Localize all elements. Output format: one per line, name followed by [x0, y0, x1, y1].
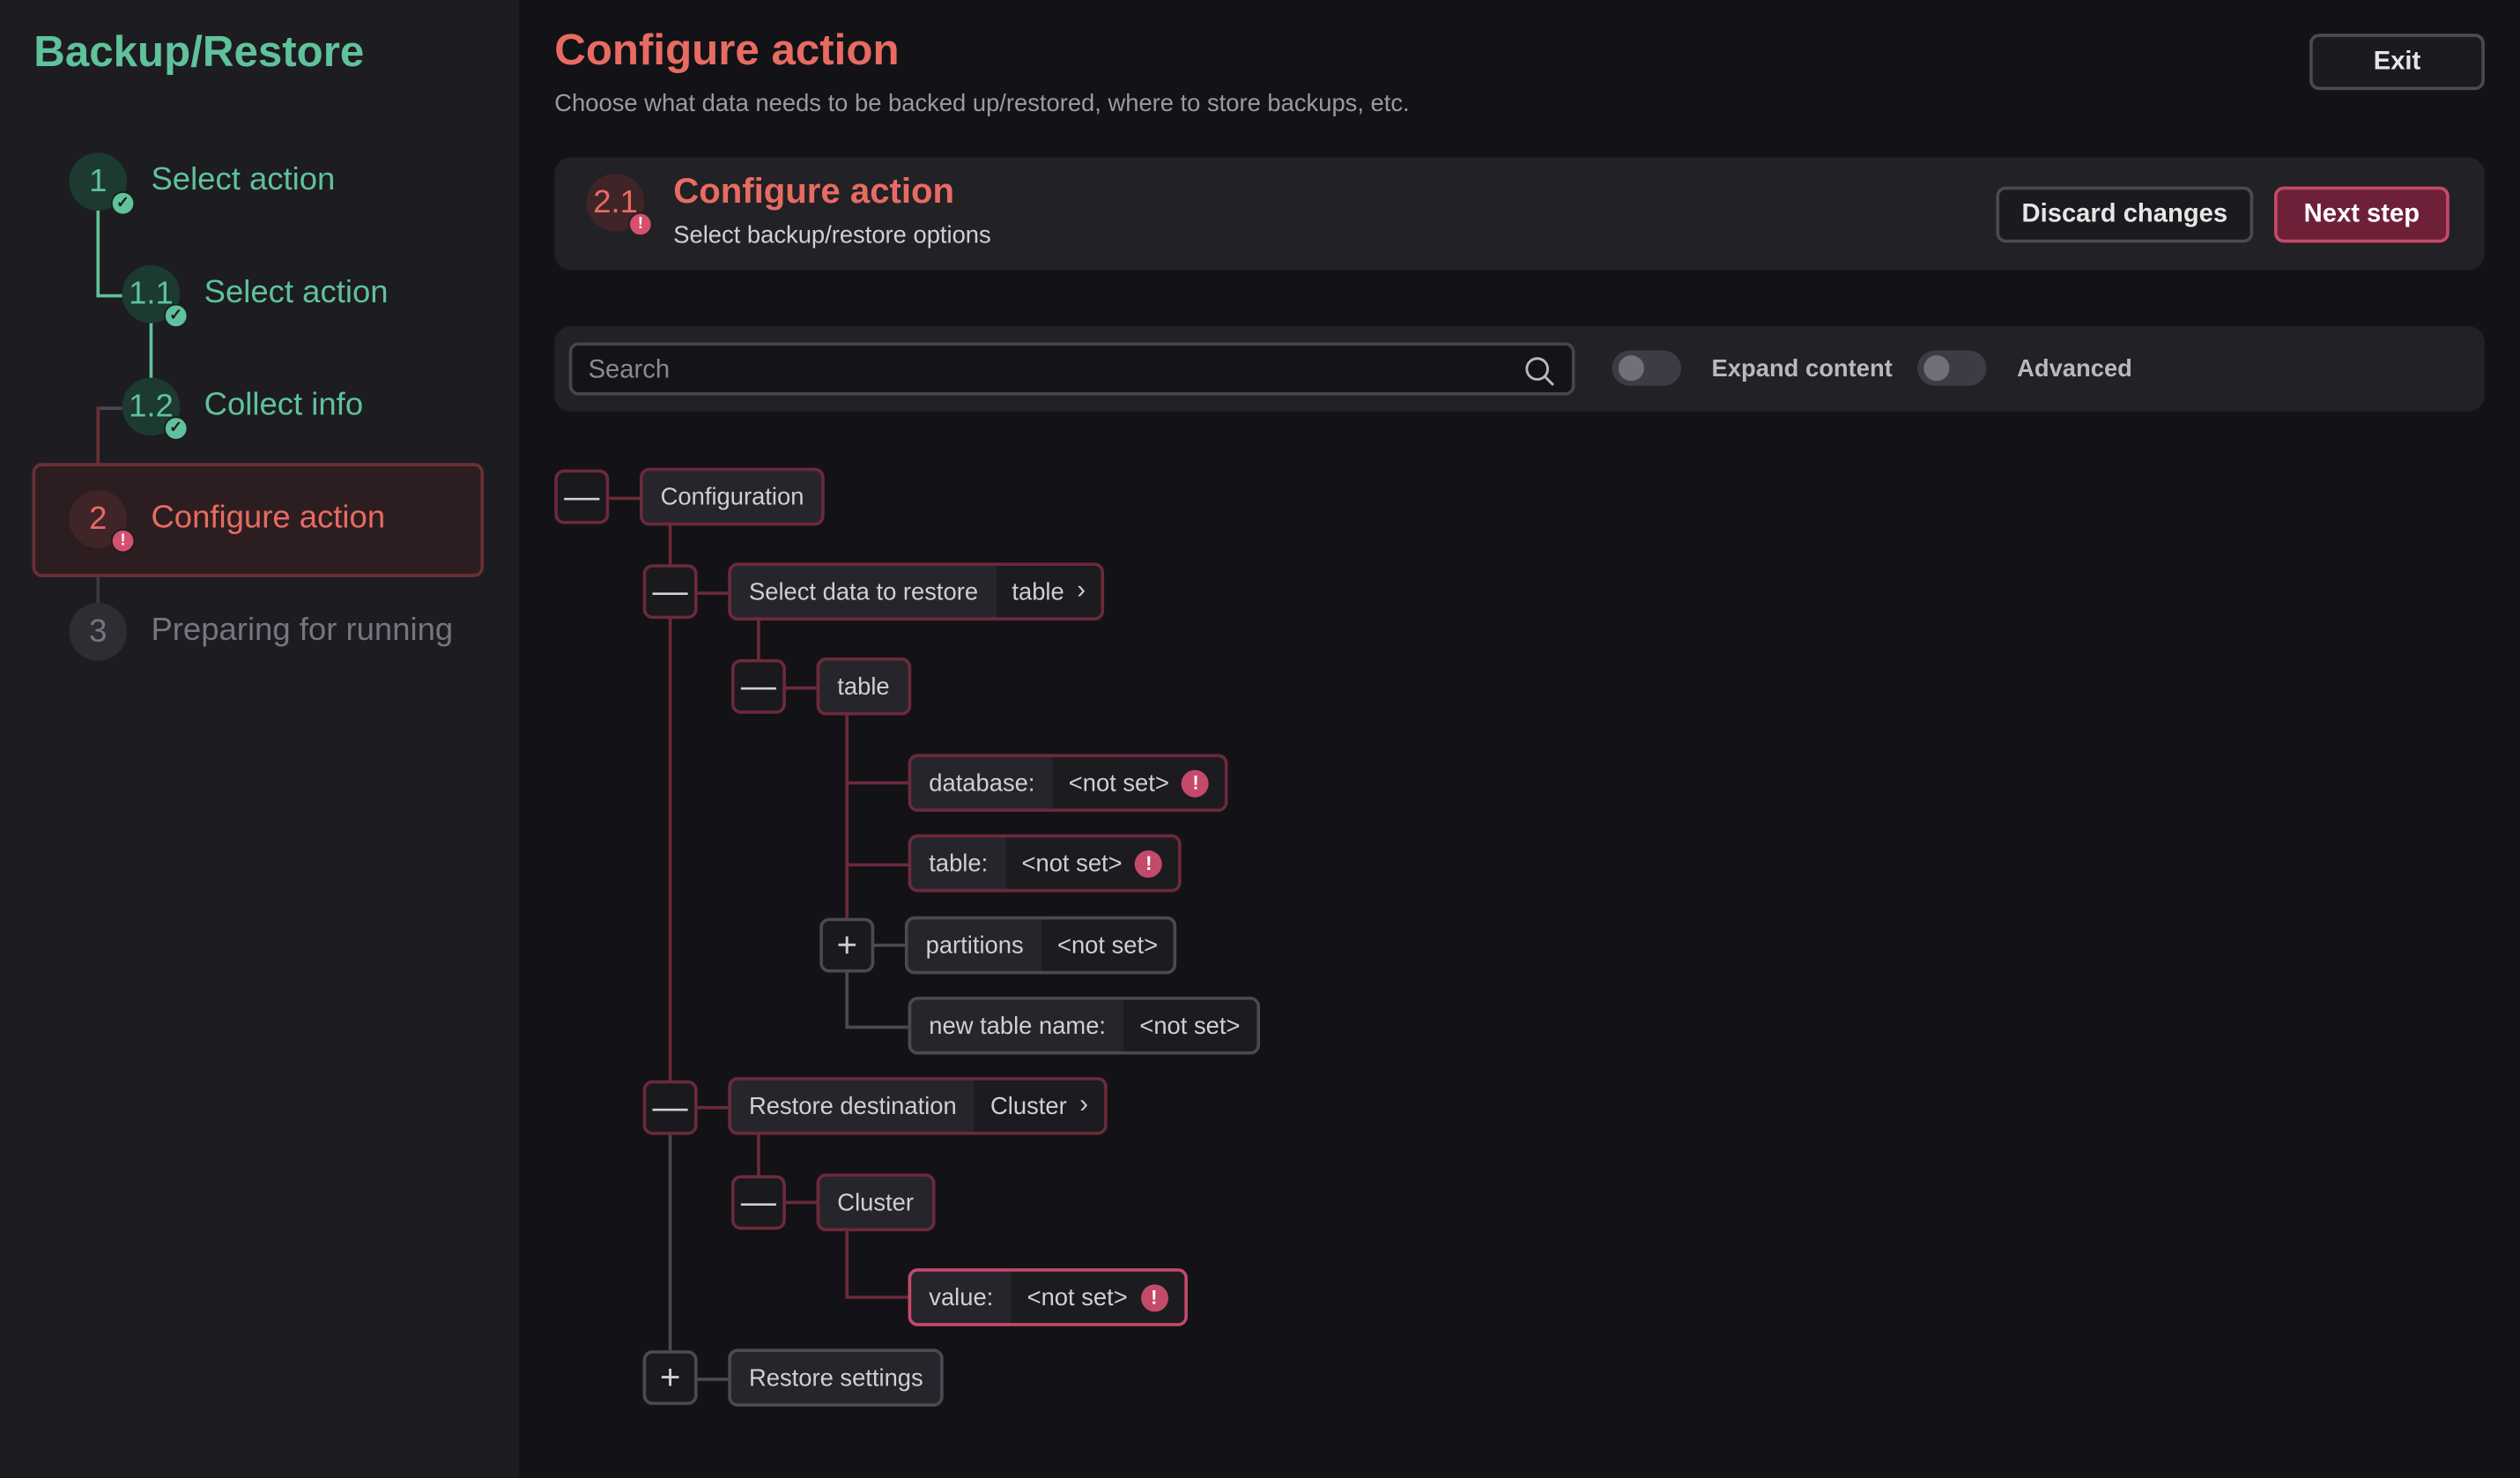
- page-title: Configure action: [554, 26, 900, 74]
- check-icon: ✓: [164, 416, 189, 441]
- chevron-right-icon: ›: [1077, 576, 1086, 605]
- error-icon: !: [1182, 769, 1210, 797]
- sidebar-step-collect-info[interactable]: Collect info: [204, 388, 363, 425]
- advanced-toggle[interactable]: [1917, 350, 1987, 386]
- step-number-badge: 2 !: [69, 490, 136, 553]
- search-box[interactable]: [568, 342, 1575, 396]
- field-new-table-name[interactable]: new table name: <not set>: [908, 996, 1260, 1055]
- step-connector: [96, 293, 122, 298]
- substep-title: Configure action: [673, 170, 955, 211]
- field-value: <not set>!: [1052, 757, 1226, 809]
- tree-node-cluster[interactable]: Cluster: [816, 1173, 935, 1232]
- error-icon: !: [110, 529, 136, 553]
- sidebar-step-configure-action[interactable]: Configure action: [151, 500, 385, 537]
- step-connector: [96, 406, 122, 411]
- error-icon: !: [628, 212, 653, 237]
- step-connector: [96, 209, 100, 296]
- collapse-restore-destination-button[interactable]: —: [642, 1080, 698, 1135]
- page-subtitle: Choose what data needs to be backed up/r…: [554, 90, 1410, 118]
- step-connector: [149, 323, 153, 382]
- next-step-button[interactable]: Next step: [2273, 186, 2450, 243]
- field-label: database:: [929, 769, 1035, 797]
- field-value: <not set>: [1041, 919, 1175, 971]
- sidebar-step-select-action[interactable]: Select action: [151, 162, 335, 199]
- tree-node-select-data[interactable]: Select data to restore table ›: [728, 562, 1105, 621]
- field-value-text: <not set>!: [1011, 1271, 1184, 1324]
- node-value: Cluster ›: [974, 1080, 1105, 1133]
- sidebar-step-select-action-sub[interactable]: Select action: [204, 275, 389, 312]
- step-number-badge: 1.1 ✓: [122, 264, 189, 329]
- field-table[interactable]: table: <not set>!: [908, 834, 1182, 893]
- field-partitions[interactable]: partitions <not set>: [904, 916, 1177, 975]
- field-value: <not set>: [1123, 999, 1256, 1051]
- field-database[interactable]: database: <not set>!: [908, 754, 1229, 813]
- sidebar: Backup/Restore 1 ✓ Select action 1.1 ✓ S…: [0, 0, 520, 1478]
- advanced-label: Advanced: [2017, 355, 2132, 383]
- discard-changes-button[interactable]: Discard changes: [1996, 186, 2254, 243]
- step-number-badge: 1 ✓: [69, 152, 136, 216]
- search-icon[interactable]: [1523, 355, 1555, 387]
- tree-node-table[interactable]: table: [816, 657, 911, 716]
- field-label: partitions: [925, 932, 1024, 960]
- error-icon: !: [1135, 849, 1163, 877]
- field-label: value:: [929, 1283, 994, 1311]
- collapse-cluster-button[interactable]: —: [730, 1175, 786, 1230]
- field-value[interactable]: value: <not set>!: [908, 1268, 1188, 1326]
- expand-partitions-button[interactable]: +: [819, 917, 875, 973]
- app-title: Backup/Restore: [33, 27, 365, 76]
- expand-content-toggle[interactable]: [1612, 350, 1681, 386]
- error-icon: !: [1140, 1283, 1168, 1311]
- node-value: table ›: [996, 566, 1102, 618]
- step-number-badge: 3: [69, 603, 128, 661]
- tree-node-configuration[interactable]: Configuration: [639, 467, 826, 526]
- exit-button[interactable]: Exit: [2309, 33, 2485, 91]
- step-number-badge: 1.2 ✓: [122, 377, 189, 441]
- expand-content-label: Expand content: [1711, 355, 1893, 383]
- search-input[interactable]: [584, 345, 1492, 396]
- check-icon: ✓: [164, 303, 189, 329]
- node-label: Select data to restore: [748, 577, 979, 605]
- tree-node-restore-settings[interactable]: Restore settings: [728, 1348, 945, 1407]
- node-label: Restore destination: [748, 1092, 957, 1120]
- collapse-table-button[interactable]: —: [730, 658, 786, 714]
- substep-description: Select backup/restore options: [673, 221, 991, 249]
- collapse-configuration-button[interactable]: —: [554, 469, 610, 524]
- chevron-right-icon: ›: [1079, 1091, 1089, 1119]
- toggle-knob: [1923, 355, 1950, 382]
- tree-node-restore-destination[interactable]: Restore destination Cluster ›: [728, 1077, 1108, 1135]
- substep-number-badge: 2.1 !: [586, 173, 653, 237]
- field-label: new table name:: [929, 1012, 1107, 1040]
- toggle-knob: [1618, 355, 1644, 382]
- field-value: <not set>!: [1005, 837, 1179, 889]
- expand-restore-settings-button[interactable]: +: [642, 1350, 698, 1406]
- collapse-select-data-button[interactable]: —: [642, 564, 698, 620]
- check-icon: ✓: [110, 191, 136, 216]
- sidebar-step-preparing: Preparing for running: [151, 612, 454, 649]
- field-label: table:: [929, 849, 989, 877]
